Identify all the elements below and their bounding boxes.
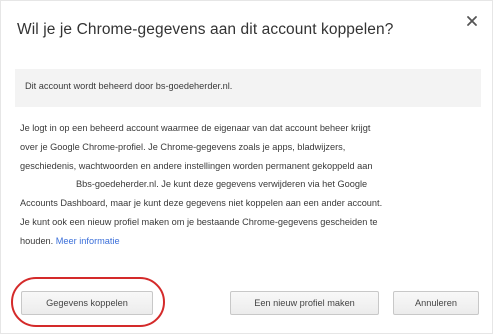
body-line: Je logt in op een beheerd account waarme… xyxy=(20,123,371,133)
body-line: Bbs-goedeherder.nl. Je kunt deze gegeven… xyxy=(76,179,368,190)
body-line: Accounts Dashboard, maar je kunt deze ge… xyxy=(20,198,383,209)
close-icon[interactable] xyxy=(466,15,478,27)
connect-data-dialog: Wil je je Chrome-gegevens aan dit accoun… xyxy=(0,0,493,334)
dialog-title: Wil je je Chrome-gegevens aan dit accoun… xyxy=(17,21,394,38)
body-line: Je kunt ook een nieuw profiel maken om j… xyxy=(20,216,378,227)
learn-more-link[interactable]: Meer informatie xyxy=(56,236,120,246)
body-line: over je Google Chrome-profiel. Je Chrome… xyxy=(20,141,346,152)
managed-notice-text: Dit account wordt beheerd door bs-goedeh… xyxy=(25,81,233,91)
body-line-text: houden. xyxy=(20,235,54,246)
connect-data-button[interactable]: Gegevens koppelen xyxy=(21,291,153,315)
body-line-last: houden. Meer informatie xyxy=(20,232,480,251)
cancel-button[interactable]: Annuleren xyxy=(393,291,479,315)
new-profile-button[interactable]: Een nieuw profiel maken xyxy=(230,291,379,315)
managed-account-notice: Dit account wordt beheerd door bs-goedeh… xyxy=(15,69,481,107)
body-line: geschiedenis, wachtwoorden en andere ins… xyxy=(20,160,373,171)
dialog-body: Je logt in op een beheerd account waarme… xyxy=(20,119,480,251)
